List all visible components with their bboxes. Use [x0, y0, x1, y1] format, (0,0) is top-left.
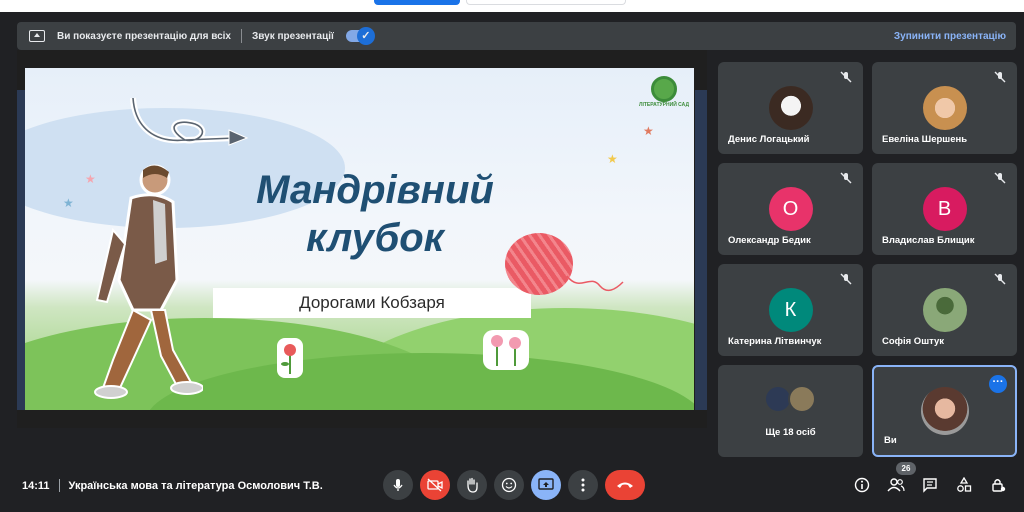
slide-title: Мандрівний клубок	[215, 166, 535, 262]
avatar	[788, 385, 816, 413]
slide-arrow-doodle	[130, 97, 249, 146]
raise-hand-icon	[467, 477, 478, 493]
avatar	[920, 387, 969, 435]
slide-title-line-2: клубок	[306, 216, 444, 260]
chat-icon	[923, 478, 937, 493]
slide-logo-text: ЛІТЕРАТУРНИЙ САД	[638, 102, 690, 108]
participant-name: Софія Оштук	[882, 336, 945, 347]
participant-tile[interactable]: В Владислав Блищик	[872, 163, 1017, 255]
yarn-ball-icon	[505, 233, 573, 295]
meeting-details-button[interactable]	[852, 475, 872, 495]
emoji-button[interactable]	[494, 470, 524, 500]
avatar: К	[768, 288, 813, 332]
slide-logo: ЛІТЕРАТУРНИЙ САД	[637, 76, 691, 108]
mic-off-icon	[994, 71, 1006, 83]
participant-tile[interactable]: О Олександр Бедик	[718, 163, 863, 255]
presentation-sound-label: Звук презентації	[252, 30, 334, 42]
presentation-sound-toggle[interactable]: ✓	[345, 27, 375, 45]
participant-name: Владислав Блищик	[882, 235, 975, 246]
host-controls-icon	[992, 479, 1006, 492]
flower-icon	[277, 338, 303, 378]
leave-call-button[interactable]	[605, 470, 645, 500]
stop-presenting-button[interactable]: Зупинити презентацію	[894, 31, 1006, 42]
stage-edge-right	[695, 90, 707, 410]
participant-name: Евеліна Шершень	[882, 134, 968, 145]
raise-hand-button[interactable]	[457, 470, 487, 500]
host-controls-button[interactable]	[988, 475, 1008, 495]
present-screen-icon	[538, 478, 554, 490]
check-icon: ✓	[356, 27, 375, 45]
participant-tile[interactable]: Евеліна Шершень	[872, 62, 1017, 154]
mic-icon	[393, 479, 403, 491]
star-icon: ★	[607, 152, 618, 166]
flower-icon	[483, 330, 529, 370]
activities-icon	[957, 477, 972, 492]
slide-subtitle: Дорогами Кобзаря	[213, 288, 531, 318]
avatar	[922, 288, 967, 332]
presenting-banner: Ви показуєте презентацію для всіх Звук п…	[17, 22, 1016, 50]
person-illustration	[94, 164, 203, 399]
participant-name: Денис Логацький	[728, 134, 810, 145]
top-primary-button[interactable]	[374, 0, 460, 5]
mic-button[interactable]	[383, 470, 413, 500]
banner-divider	[241, 29, 242, 43]
bottom-bar: 14:11 Українська мова та література Осмо…	[0, 462, 1024, 512]
mic-off-icon	[994, 172, 1006, 184]
participant-name: Олександр Бедик	[728, 235, 811, 246]
clock-time: 14:11	[22, 479, 50, 492]
mic-off-icon	[840, 172, 852, 184]
others-count-label: Ще 18 осіб	[765, 427, 816, 438]
yarn-thread	[566, 275, 624, 292]
self-name: Ви	[884, 435, 897, 446]
more-options-icon[interactable]: ···	[989, 375, 1007, 393]
avatar: О	[768, 187, 813, 231]
participant-name: Катерина Літвинчук	[728, 336, 822, 347]
slide-title-line-1: Мандрівний	[256, 168, 494, 212]
presenting-text: Ви показуєте презентацію для всіх	[57, 30, 231, 42]
emoji-icon	[501, 477, 517, 493]
self-tile[interactable]: ··· Ви	[872, 365, 1017, 457]
people-icon	[887, 478, 905, 492]
info-icon	[854, 477, 870, 493]
participant-tile[interactable]: Софія Оштук	[872, 264, 1017, 356]
presentation-slide: ЛІТЕРАТУРНИЙ САД ★ ★ ★ ★ Мандрівний клуб…	[25, 68, 694, 410]
more-options-button[interactable]	[568, 470, 598, 500]
hangup-icon	[617, 482, 633, 488]
participant-tile[interactable]: К Катерина Літвинчук	[718, 264, 863, 356]
camera-off-icon	[427, 478, 443, 492]
people-button[interactable]	[886, 475, 906, 495]
activities-button[interactable]	[954, 475, 974, 495]
avatar	[922, 86, 967, 130]
top-secondary-button[interactable]	[466, 0, 626, 5]
chat-button[interactable]	[920, 475, 940, 495]
tree-icon	[651, 76, 677, 102]
present-screen-icon	[29, 30, 45, 42]
camera-button[interactable]	[420, 470, 450, 500]
top-strip	[0, 0, 1024, 12]
meeting-info-divider	[58, 479, 60, 492]
others-tile[interactable]: Ще 18 осіб	[718, 365, 863, 457]
star-icon: ★	[643, 124, 654, 138]
participant-count-badge: 26	[896, 462, 916, 475]
present-button[interactable]	[531, 470, 561, 500]
mic-off-icon	[840, 71, 852, 83]
meeting-title: Українська мова та література Осмолович …	[68, 479, 323, 492]
mic-off-icon	[994, 273, 1006, 285]
stage-edge-left	[17, 90, 25, 410]
participant-tile[interactable]: Денис Логацький	[718, 62, 863, 154]
avatar	[768, 86, 813, 130]
presentation-stage: ЛІТЕРАТУРНИЙ САД ★ ★ ★ ★ Мандрівний клуб…	[17, 50, 707, 428]
avatar: В	[922, 187, 967, 231]
mic-off-icon	[840, 273, 852, 285]
meeting-info: 14:11 Українська мова та література Осмо…	[22, 479, 323, 492]
more-vert-icon	[581, 478, 585, 492]
